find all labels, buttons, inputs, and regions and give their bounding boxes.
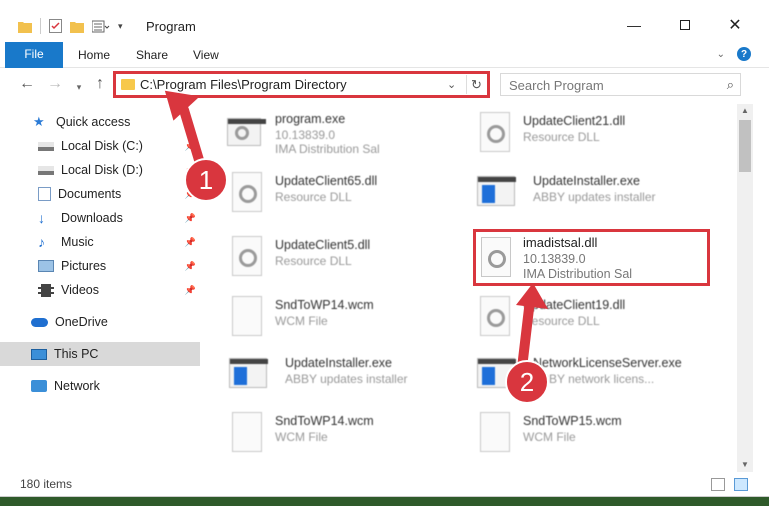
step-1-badge: 1 <box>184 158 228 202</box>
arrow-1 <box>164 90 207 175</box>
step-2-badge: 2 <box>505 360 549 404</box>
explorer-window: ▾ Program — ✕ File Home Share View ⌄ ? ←… <box>0 0 769 497</box>
annotation-arrows <box>164 90 548 373</box>
arrow-2 <box>516 283 548 373</box>
